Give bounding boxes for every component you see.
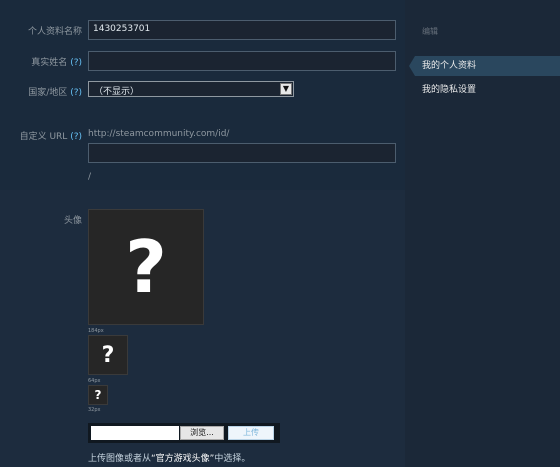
sidebar-item-my-profile[interactable]: 我的个人资料 — [409, 56, 560, 76]
official-avatars-link[interactable]: “官方游戏头像” — [151, 454, 214, 464]
avatar-label: 头像 — [63, 216, 82, 226]
avatar-medium-size: 64px — [88, 378, 101, 384]
chevron-down-icon[interactable]: ▼ — [280, 83, 292, 95]
real-name-label-text: 真实姓名 — [31, 58, 68, 68]
custom-url-label: 自定义 URL (?) — [0, 129, 82, 142]
country-label-text: 国家/地区 — [28, 88, 68, 98]
country-select[interactable]: （不显示） ▼ — [88, 81, 294, 97]
question-mark-icon: ? — [94, 388, 102, 402]
url-suffix: / — [88, 172, 92, 182]
avatar-medium: ? — [88, 335, 128, 375]
question-mark-icon: ? — [125, 225, 167, 309]
browse-button[interactable]: 浏览... — [180, 426, 224, 440]
avatar-small-size: 32px — [88, 407, 101, 413]
real-name-help-icon[interactable]: (?) — [70, 58, 82, 68]
upload-hint-suffix: 中选择。 — [214, 454, 251, 464]
upload-button[interactable]: 上传 — [228, 426, 274, 440]
sidebar-item-privacy-settings[interactable]: 我的隐私设置 — [415, 80, 560, 100]
avatar-small: ? — [88, 385, 108, 405]
upload-hint: 上传图像或者从“官方游戏头像”中选择。 — [88, 451, 250, 464]
real-name-label: 真实姓名 (?) — [0, 55, 82, 68]
real-name-input[interactable] — [88, 51, 396, 71]
question-mark-icon: ? — [101, 342, 115, 368]
custom-url-label-text: 自定义 URL — [19, 132, 68, 142]
upload-hint-prefix: 上传图像或者从 — [88, 454, 152, 464]
profile-edit-main: 个人资料名称 1430253701 真实姓名 (?) 国家/地区 (?) （不显… — [0, 0, 405, 467]
custom-url-input[interactable] — [88, 143, 396, 163]
avatar-large: ? — [88, 209, 204, 325]
sidebar: 编辑 我的个人资料 我的隐私设置 — [405, 0, 560, 467]
profile-name-input[interactable]: 1430253701 — [88, 20, 396, 40]
url-prefix: http://steamcommunity.com/id/ — [88, 129, 230, 139]
custom-url-help-icon[interactable]: (?) — [70, 132, 82, 142]
avatar-large-size: 184px — [88, 328, 104, 334]
sidebar-header: 编辑 — [422, 27, 438, 36]
avatar-upload-bar: 浏览... 上传 — [88, 423, 280, 443]
country-select-value: （不显示） — [94, 87, 140, 97]
country-label: 国家/地区 (?) — [0, 85, 82, 98]
file-path-input[interactable] — [91, 426, 179, 440]
country-help-icon[interactable]: (?) — [70, 88, 82, 98]
profile-name-label: 个人资料名称 — [27, 27, 82, 37]
